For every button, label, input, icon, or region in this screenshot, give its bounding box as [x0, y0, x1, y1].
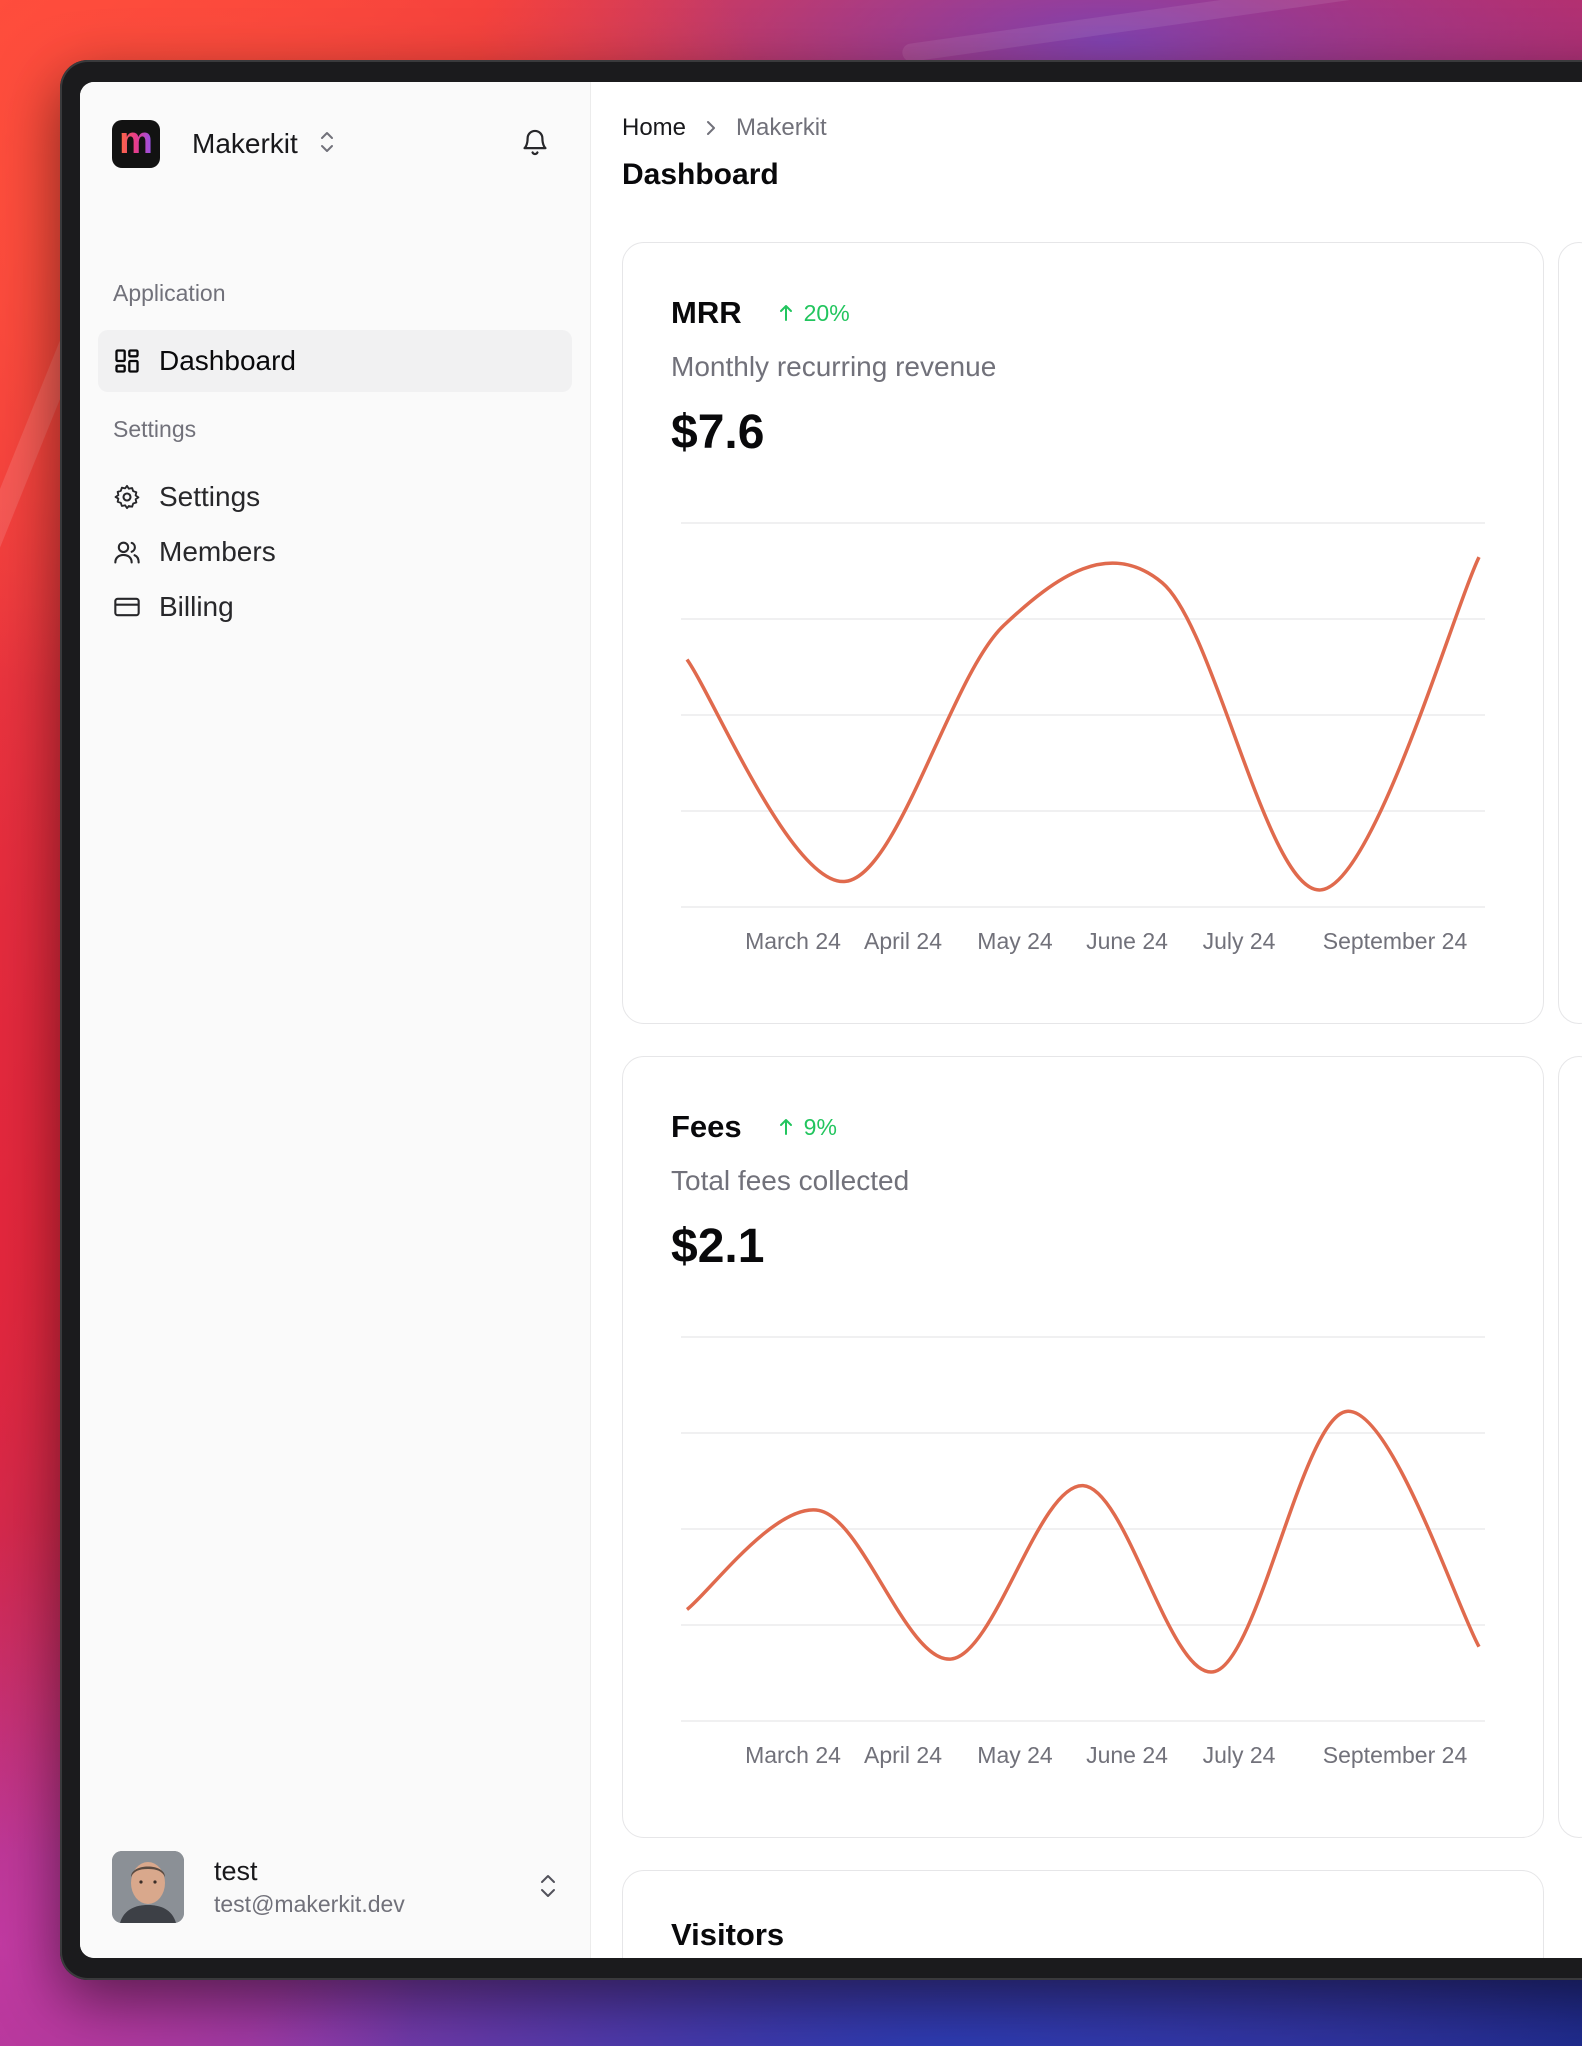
user-email: test@makerkit.dev: [214, 1891, 405, 1917]
sidebar-item-label: Dashboard: [159, 345, 296, 376]
x-tick-label: July 24: [1203, 1742, 1276, 1768]
sidebar: m Makerkit Application Dashboard Setting…: [80, 82, 591, 1958]
card-title: Visitors: [671, 1917, 785, 1952]
credit-card-icon: [114, 597, 140, 617]
x-tick-label: March 24: [745, 1742, 841, 1768]
sidebar-item-label: Billing: [159, 591, 234, 622]
fees-line-chart: March 24 April 24 May 24 June 24 July 24 Sept…: [681, 1336, 1485, 1768]
app-logo: m: [112, 120, 160, 168]
breadcrumb-current: Makerkit: [736, 114, 827, 141]
breadcrumb-home-link[interactable]: Home: [622, 114, 686, 142]
adjacent-card: [1558, 242, 1582, 1024]
sidebar-item-settings[interactable]: Settings: [98, 466, 572, 528]
users-icon: [114, 541, 140, 564]
fees-card: Fees 9% Total fees collected $2.1 March …: [622, 1056, 1544, 1838]
bell-icon[interactable]: [520, 126, 550, 163]
chevron-right-icon: [704, 118, 718, 138]
user-menu[interactable]: test test@makerkit.dev: [112, 1850, 558, 1924]
app-window: m Makerkit Application Dashboard Setting…: [80, 82, 1582, 1958]
series-line: [685, 556, 1481, 892]
x-tick-label: March 24: [745, 928, 841, 954]
gear-icon: [114, 484, 140, 510]
page-title: Dashboard: [622, 158, 779, 191]
visitors-card: Visitors: [622, 1870, 1544, 1958]
main-content: Home Makerkit Dashboard MRR 20% Monthly …: [590, 82, 1582, 1958]
team-name: Makerkit: [192, 128, 298, 159]
breadcrumb: Home Makerkit: [622, 114, 827, 142]
chevron-updown-icon: [538, 1872, 558, 1905]
mrr-card: MRR 20% Monthly recurring revenue $7.6 M…: [622, 242, 1544, 1024]
x-tick-label: April 24: [864, 928, 942, 954]
sidebar-item-label: Settings: [159, 481, 261, 512]
section-label-application: Application: [113, 280, 226, 306]
sidebar-item-members[interactable]: Members: [98, 521, 572, 583]
adjacent-card: [1558, 1056, 1582, 1838]
x-tick-label: June 24: [1086, 928, 1168, 954]
sidebar-item-label: Members: [159, 536, 276, 567]
sidebar-item-billing[interactable]: Billing: [98, 576, 572, 638]
sidebar-item-dashboard[interactable]: Dashboard: [98, 330, 572, 392]
section-label-settings: Settings: [113, 416, 197, 442]
x-tick-label: September 24: [1323, 1742, 1468, 1768]
x-tick-label: September 24: [1323, 928, 1468, 954]
chevron-updown-icon: [318, 129, 336, 160]
x-tick-label: May 24: [977, 1742, 1053, 1768]
x-tick-label: April 24: [864, 1742, 942, 1768]
team-switcher[interactable]: m Makerkit: [112, 120, 336, 168]
x-tick-label: July 24: [1203, 928, 1276, 954]
user-name: test: [214, 1856, 258, 1886]
mrr-line-chart: March 24 April 24 May 24 June 24 July 24 Sept…: [681, 522, 1485, 954]
dashboard-grid-icon: [115, 349, 139, 373]
x-tick-label: June 24: [1086, 1742, 1168, 1768]
x-tick-label: May 24: [977, 928, 1053, 954]
avatar: [112, 1851, 184, 1923]
series-line: [685, 1409, 1481, 1674]
